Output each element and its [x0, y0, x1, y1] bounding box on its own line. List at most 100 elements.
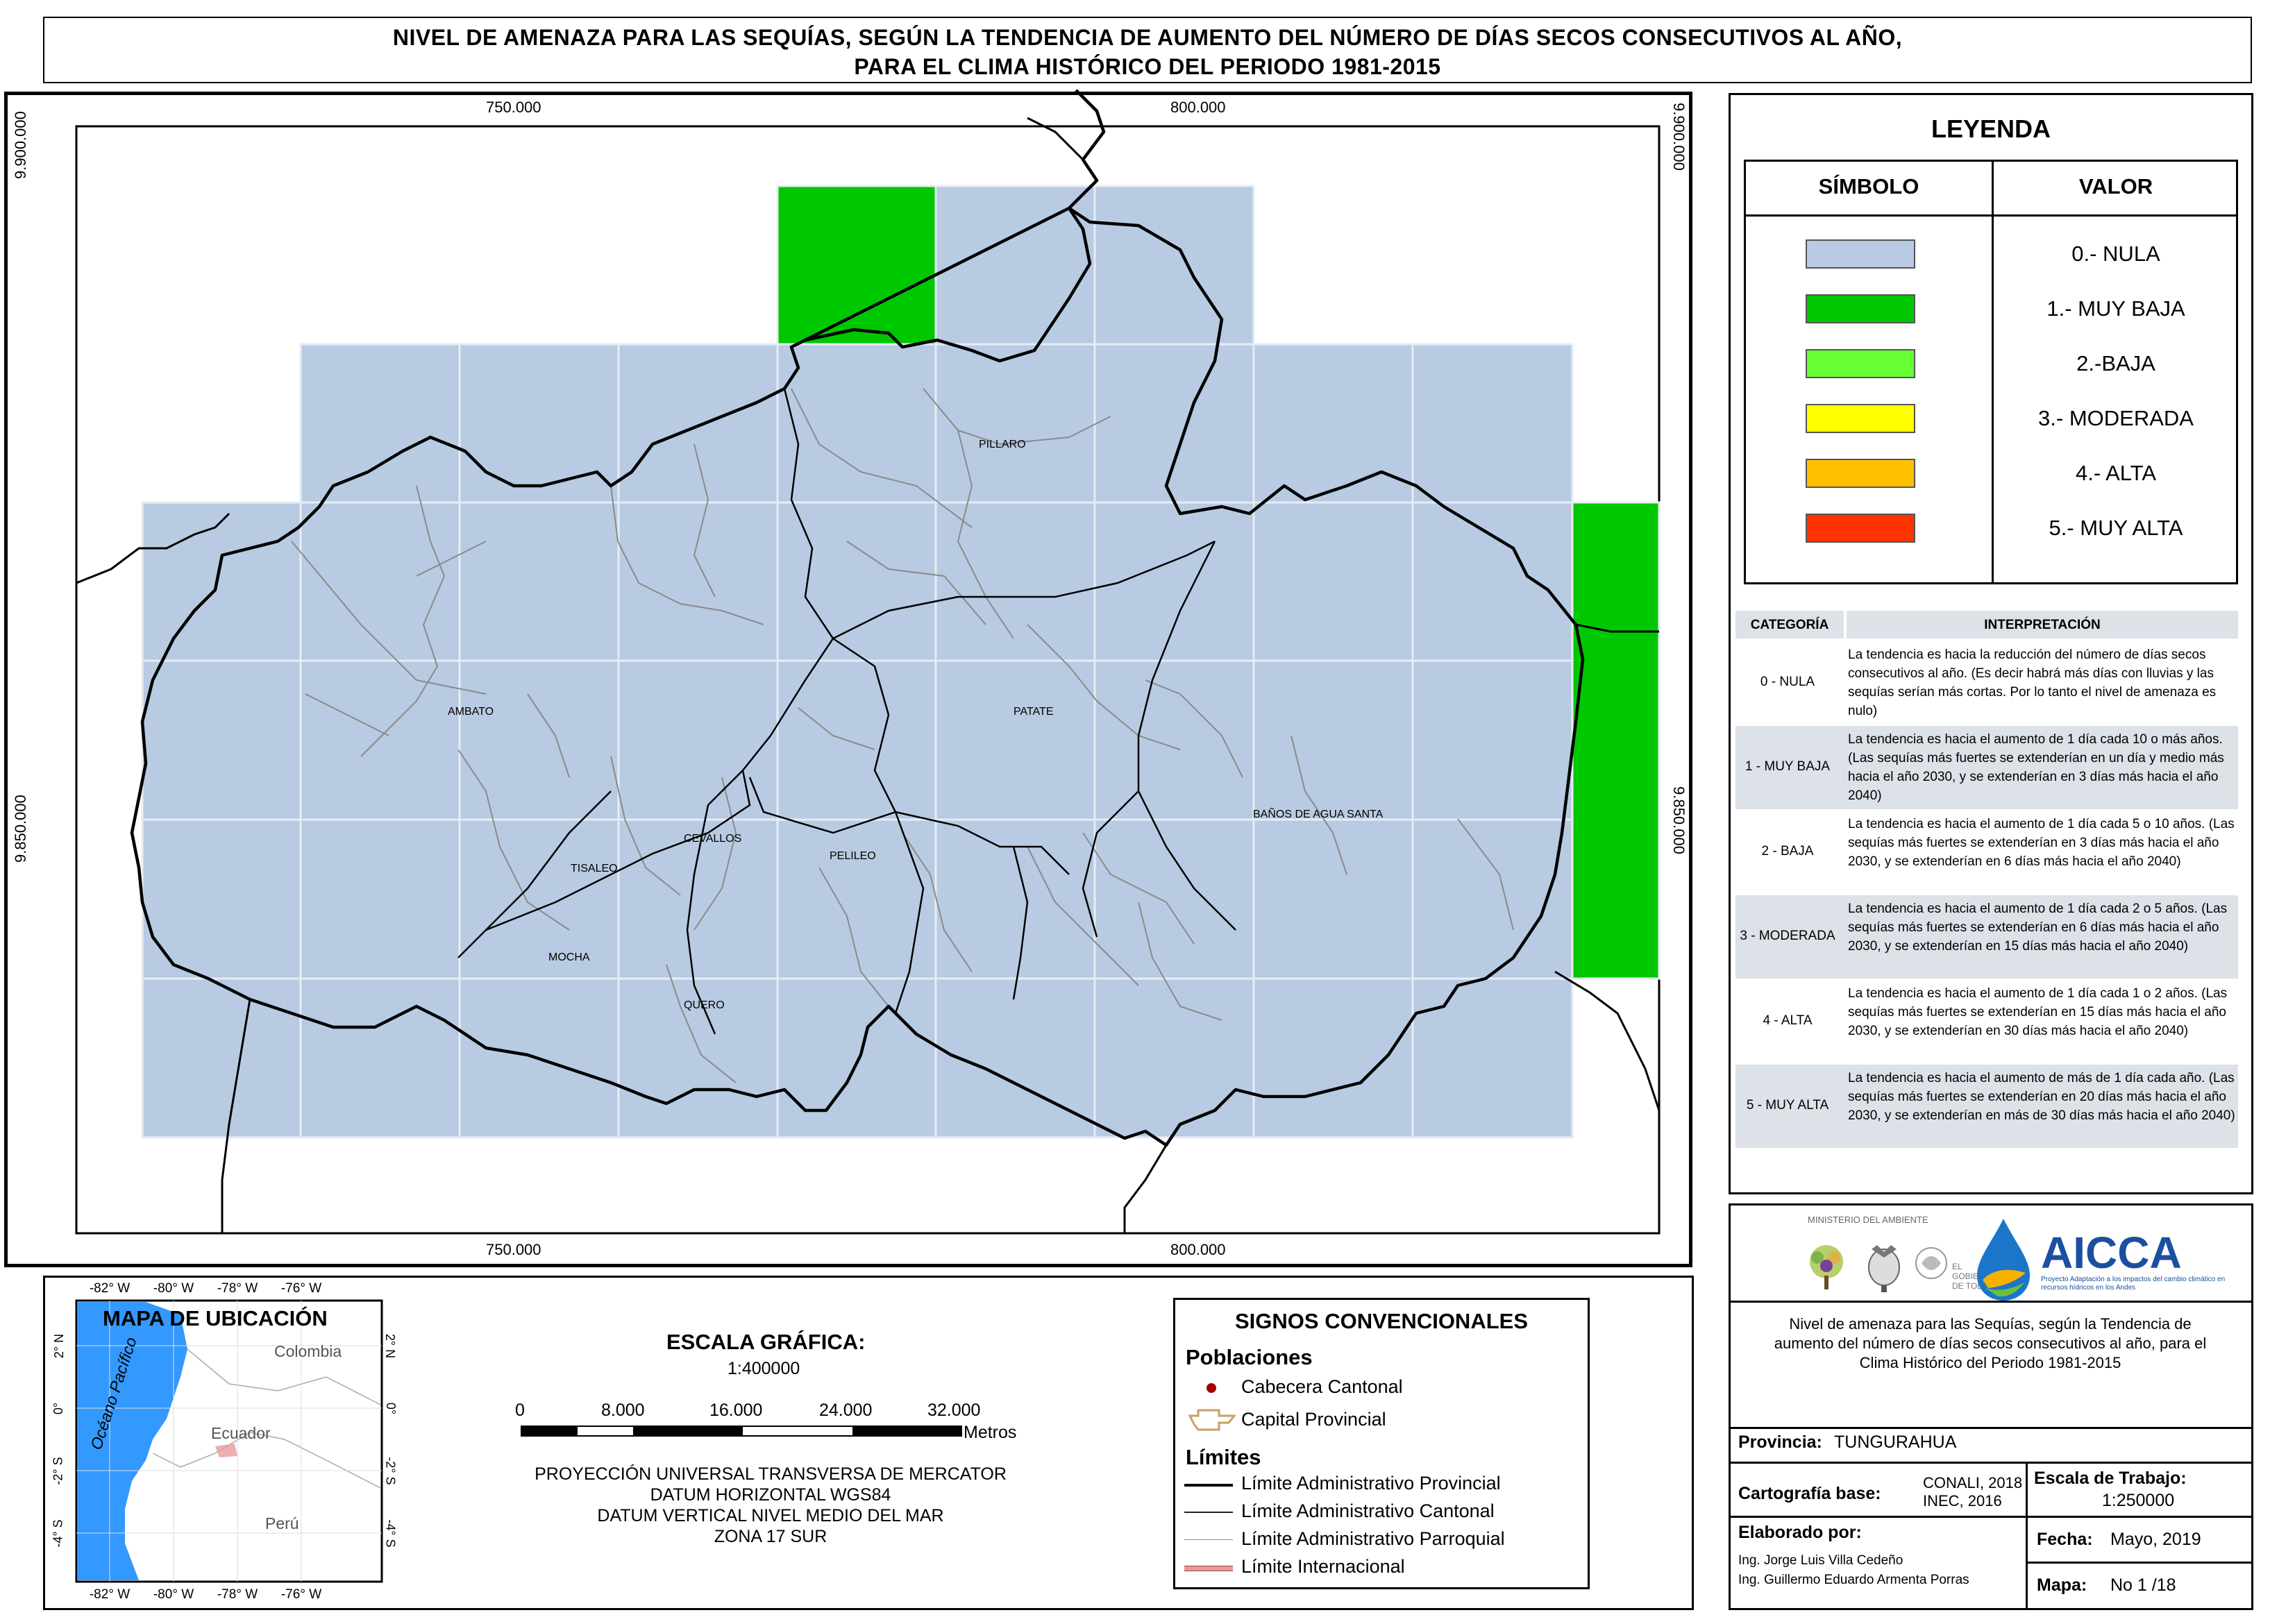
lon-label-top-80: -80° W — [153, 1281, 194, 1296]
interp-cat-2: 2 - BAJA — [1761, 844, 1814, 858]
interp-text-4: La tendencia es hacia el aumento de 1 dí… — [1848, 986, 2228, 1038]
projection-line-4: ZONA 17 SUR — [714, 1527, 827, 1546]
signs-lim-cantonal: Límite Administrativo Cantonal — [1241, 1500, 1495, 1521]
place-patate: PATATE — [1014, 706, 1053, 718]
country-peru: Perú — [265, 1514, 299, 1532]
interpretation-table: CATEGORÍA INTERPRETACIÓN 0 - NULA La ten… — [1735, 611, 2238, 1159]
projection-line-1: PROYECCIÓN UNIVERSAL TRANSVERSA DE MERCA… — [535, 1464, 1007, 1484]
legend-label-moderada: 3.- MODERADA — [2038, 406, 2194, 430]
legend-table: SÍMBOLO VALOR 0.- NULA 1.- MUY BAJA 2.-B… — [1744, 160, 2238, 584]
place-mocha: MOCHA — [548, 951, 590, 963]
info-vdivider-1 — [2026, 1462, 2028, 1610]
interp-cat-4: 4 - ALTA — [1763, 1013, 1813, 1028]
autor-2: Ing. Guillermo Eduardo Armenta Porras — [1738, 1573, 1969, 1587]
international-line-symbol — [1184, 1566, 1233, 1571]
capital-provincial-symbol — [1188, 1409, 1236, 1431]
ministerio-tree-logo — [1810, 1245, 1843, 1289]
interp-cat-1: 1 - MUY BAJA — [1745, 759, 1831, 774]
country-ecuador: Ecuador — [211, 1424, 271, 1442]
interp-text-0: La tendencia es hacia la reducción del n… — [1848, 648, 2217, 718]
aicca-wordmark: AICCA — [2041, 1228, 2182, 1278]
interp-text-2: La tendencia es hacia el aumento de 1 dí… — [1848, 817, 2235, 869]
provincia-label: Provincia: — [1738, 1432, 1822, 1452]
lon-label-bottom-80: -80° W — [153, 1587, 194, 1602]
gobierno-label-1: EL — [1952, 1262, 1962, 1271]
interp-cat-5: 5 - MUY ALTA — [1746, 1098, 1829, 1113]
legend-swatch-baja — [1806, 349, 1915, 378]
signs-cabecera: Cabecera Cantonal — [1241, 1376, 1403, 1397]
signs-title: SIGNOS CONVENCIONALES — [1235, 1309, 1528, 1333]
lon-label-top-78: -78° W — [217, 1281, 258, 1296]
ministerio-label: MINISTERIO DEL AMBIENTE — [1808, 1215, 1928, 1225]
interp-cat-0: 0 - NULA — [1760, 675, 1815, 689]
place-pillaro: PILLARO — [979, 439, 1026, 450]
cantonal-line-symbol — [1184, 1512, 1233, 1513]
ecuador-coat-of-arms-logo — [1868, 1245, 1900, 1292]
signs-capital: Capital Provincial — [1241, 1409, 1386, 1430]
signs-poblaciones: Poblaciones — [1186, 1345, 1313, 1369]
cartografia-label: Cartografía base: — [1738, 1484, 1881, 1503]
scale-bar — [521, 1426, 962, 1437]
info-divider-1 — [1729, 1301, 2253, 1303]
lat-label-right-2s: -2° S — [383, 1457, 398, 1485]
location-map-title: MAPA DE UBICACIÓN — [103, 1306, 328, 1330]
autor-1: Ing. Jorge Luis Villa Cedeño — [1738, 1553, 1903, 1568]
interp-text-3: La tendencia es hacia el aumento de 1 dí… — [1848, 902, 2228, 954]
fecha-value: Mayo, 2019 — [2110, 1530, 2201, 1549]
legend-label-nula: 0.- NULA — [2071, 242, 2160, 266]
signs-lim-provincial: Límite Administrativo Provincial — [1241, 1473, 1501, 1494]
legend-col-symbol: SÍMBOLO — [1818, 174, 1919, 198]
info-description: Nivel de amenaza para las Sequías, según… — [1774, 1315, 2207, 1371]
place-tisaleo: TISALEO — [571, 863, 618, 874]
escala-trabajo-value: 1:250000 — [2101, 1491, 2175, 1510]
aicca-drop-logo — [1977, 1219, 2030, 1301]
mapa-label: Mapa: — [2037, 1575, 2087, 1595]
projection-line-2: DATUM HORIZONTAL WGS84 — [650, 1485, 891, 1505]
info-divider-2 — [1729, 1427, 2253, 1429]
country-colombia: Colombia — [274, 1342, 342, 1360]
lat-label-left-2s: -2° S — [51, 1457, 65, 1485]
scale-tick-32000: 32.000 — [927, 1401, 981, 1420]
lat-label-left-4s: -4° S — [51, 1519, 65, 1548]
place-quero: QUERO — [684, 999, 725, 1011]
interp-col-interpretation: INTERPRETACIÓN — [1984, 618, 2101, 632]
lat-label-right-0: 0° — [384, 1402, 398, 1415]
interp-text-5: La tendencia es hacia el aumento de más … — [1848, 1071, 2235, 1123]
lon-label-top-82: -82° W — [89, 1281, 131, 1296]
location-map: MAPA DE UBICACIÓN -82° W -80° W -78° W -… — [49, 1280, 410, 1606]
lon-label-top-76: -76° W — [280, 1281, 322, 1296]
place-cevallos: CEVALLOS — [684, 833, 741, 845]
scale-ratio: 1:400000 — [728, 1359, 800, 1378]
legend-swatch-alta — [1806, 459, 1915, 488]
signs-lim-internacional: Límite Internacional — [1241, 1556, 1405, 1577]
cartografia-value-1: CONALI, 2018 — [1923, 1474, 2023, 1491]
legend-label-alta: 4.- ALTA — [2075, 461, 2156, 485]
info-divider-5 — [2026, 1562, 2253, 1564]
place-ambato: AMBATO — [448, 706, 494, 718]
projection-line-3: DATUM VERTICAL NIVEL MEDIO DEL MAR — [597, 1506, 944, 1525]
interp-col-category: CATEGORÍA — [1750, 618, 1829, 632]
lat-label-right-2n: 2° N — [383, 1333, 398, 1359]
legend-label-muy-alta: 5.- MUY ALTA — [2049, 516, 2183, 540]
legend-swatch-muy-baja — [1806, 294, 1915, 323]
legend-title: LEYENDA — [1931, 115, 2051, 143]
scale-unit: Metros — [964, 1423, 1017, 1442]
cartografia-value-2: INEC, 2016 — [1923, 1492, 2002, 1509]
signs-lim-parroquial: Límite Administrativo Parroquial — [1241, 1528, 1505, 1549]
place-banos: BAÑOS DE AGUA SANTA — [1253, 806, 1384, 820]
legend-swatch-nula — [1806, 239, 1915, 269]
lon-label-bottom-78: -78° W — [217, 1587, 258, 1602]
gobierno-logo — [1915, 1247, 1947, 1279]
scale-tick-0: 0 — [515, 1401, 525, 1420]
lon-label-bottom-76: -76° W — [280, 1587, 322, 1602]
place-pelileo: PELILEO — [830, 850, 876, 862]
scale-tick-8000: 8.000 — [601, 1401, 645, 1420]
scale-tick-16000: 16.000 — [709, 1401, 763, 1420]
aicca-subtitle: Proyecto Adaptación a los impactos del c… — [2041, 1276, 2226, 1292]
lat-label-left-2n: 2° N — [52, 1333, 67, 1359]
legend-label-muy-baja: 1.- MUY BAJA — [2046, 296, 2185, 321]
elaborado-label: Elaborado por: — [1738, 1523, 1862, 1542]
scale-tick-24000: 24.000 — [819, 1401, 873, 1420]
lon-label-bottom-82: -82° W — [89, 1587, 131, 1602]
legend-label-baja: 2.-BAJA — [2076, 351, 2155, 375]
